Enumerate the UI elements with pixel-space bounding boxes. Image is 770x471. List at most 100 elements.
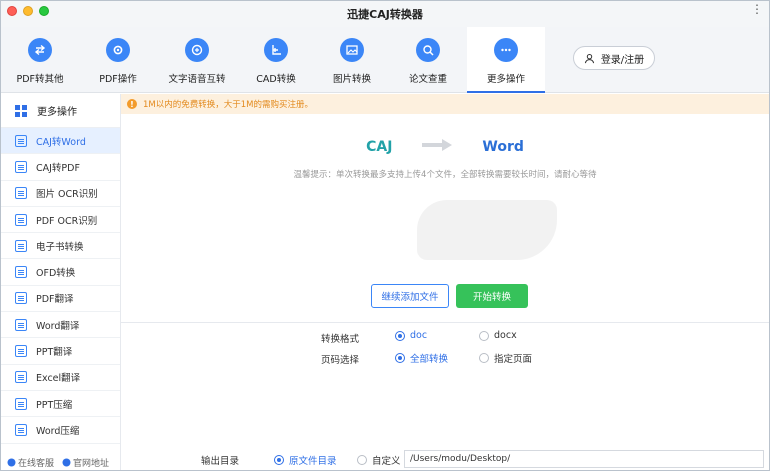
option-label: 全部转换	[410, 354, 449, 365]
pages-all-radio[interactable]: 全部转换	[395, 351, 448, 365]
sidebar-item-label: PPT压缩	[36, 399, 73, 411]
page-option-row: 页码选择 全部转换 指定页面	[121, 351, 769, 367]
target-format: Word	[482, 138, 524, 155]
gear-icon	[106, 38, 130, 62]
login-register-button[interactable]: 登录/注册	[573, 46, 655, 70]
output-directory-row: 输出目录 原文件目录 自定义 /Users/modu/Desktop/	[121, 450, 769, 468]
translate-icon	[15, 292, 27, 305]
official-site-label: 官网地址	[73, 458, 110, 469]
format-label: 转换格式	[321, 334, 360, 345]
start-convert-button[interactable]: 开始转换	[456, 284, 528, 308]
tab-image-convert[interactable]: 图片转换	[313, 27, 391, 93]
sidebar-item-label: OFD转换	[36, 268, 76, 280]
tab-label: 论文查重	[408, 74, 447, 85]
tab-label: 图片转换	[332, 74, 371, 85]
option-label: 原文件目录	[289, 456, 337, 467]
warning-icon: !	[127, 99, 137, 109]
sidebar-item-label: PPT翻译	[36, 347, 73, 359]
document-icon	[15, 134, 27, 147]
main-panel: CAJ Word 温馨提示：单次转换最多支持上传4个文件，全部转换需要较长时间，…	[121, 114, 769, 470]
radio-icon	[357, 455, 367, 465]
tab-label: PDF转其他	[16, 74, 64, 85]
sidebar-item-label: CAJ转Word	[36, 136, 86, 148]
free-limit-notice: ! 1M以内的免费转换，大于1M的需购买注册。	[121, 94, 769, 114]
search-doc-icon	[416, 38, 440, 62]
conversion-hint: 温馨提示：单次转换最多支持上传4个文件，全部转换需要较长时间，请耐心等待	[293, 170, 597, 180]
source-format: CAJ	[366, 138, 393, 155]
tab-cad-convert[interactable]: CAD转换	[237, 27, 315, 93]
tab-label: 更多操作	[486, 74, 525, 85]
format-doc-radio[interactable]: doc	[395, 330, 427, 341]
sidebar-item-word-translate[interactable]: Word翻译	[1, 312, 120, 339]
sidebar-header-label: 更多操作	[37, 107, 77, 118]
sidebar-item-label: Excel翻译	[36, 373, 81, 385]
maximize-window-button[interactable]	[39, 6, 49, 16]
tab-label: PDF操作	[99, 74, 137, 85]
image-icon	[340, 38, 364, 62]
login-label: 登录/注册	[600, 54, 645, 66]
radio-selected-icon	[395, 330, 405, 341]
sidebar-item-caj-to-word[interactable]: CAJ转Word	[1, 128, 120, 155]
official-site-link[interactable]: 官网地址	[62, 456, 109, 469]
option-label: doc	[410, 330, 428, 341]
grid-icon	[15, 104, 27, 117]
window-controls	[7, 6, 49, 16]
sidebar-item-ofd-convert[interactable]: OFD转换	[1, 259, 120, 286]
option-label: 指定页面	[494, 354, 533, 365]
divider	[121, 322, 769, 323]
sidebar-footer: 在线客服 官网地址	[1, 452, 120, 470]
ebook-icon	[15, 239, 27, 252]
sidebar-item-label: 图片 OCR识别	[36, 189, 98, 201]
close-window-button[interactable]	[7, 6, 17, 16]
output-path-field[interactable]: /Users/modu/Desktop/	[404, 450, 764, 468]
format-docx-radio[interactable]: docx	[479, 330, 517, 341]
translate-icon	[15, 345, 27, 358]
output-custom-radio[interactable]: 自定义	[357, 453, 401, 467]
sidebar-item-label: Word压缩	[36, 425, 80, 437]
document-icon	[15, 266, 27, 279]
title-bar: 迅捷CAJ转换器 ⋮	[1, 1, 769, 27]
sidebar-item-pdf-ocr[interactable]: PDF OCR识别	[1, 207, 120, 234]
sidebar-header: 更多操作	[1, 94, 120, 128]
sidebar-item-image-ocr[interactable]: 图片 OCR识别	[1, 181, 120, 207]
cad-icon	[264, 38, 288, 62]
output-source-dir-radio[interactable]: 原文件目录	[274, 453, 337, 467]
ocr-icon	[15, 213, 27, 226]
sidebar-item-word-compress[interactable]: Word压缩	[1, 417, 120, 444]
sidebar-item-label: PDF翻译	[36, 294, 74, 306]
arrow-right-icon	[420, 138, 454, 155]
compress-icon	[15, 397, 27, 410]
sidebar-item-label: Word翻译	[36, 320, 80, 332]
notice-text: 1M以内的免费转换，大于1M的需购买注册。	[143, 100, 313, 110]
compress-icon	[15, 423, 27, 436]
tab-thesis-check[interactable]: 论文查重	[389, 27, 467, 93]
tab-text-speech[interactable]: 文字语音互转	[157, 27, 237, 93]
add-files-button[interactable]: 继续添加文件	[371, 284, 449, 308]
ocr-icon	[15, 187, 27, 200]
sidebar-item-label: PDF OCR识别	[36, 215, 98, 227]
conversion-header: CAJ Word	[121, 138, 769, 155]
tab-pdf-operations[interactable]: PDF操作	[79, 27, 157, 93]
sidebar: 更多操作 CAJ转Word CAJ转PDF 图片 OCR识别 PDF OCR识别…	[1, 94, 121, 470]
app-window: 迅捷CAJ转换器 ⋮ PDF转其他 PDF操作 文字语音互转 CAD转换 图片转…	[0, 0, 770, 471]
tab-pdf-to-other[interactable]: PDF转其他	[1, 27, 79, 93]
swap-icon	[28, 38, 52, 62]
pages-custom-radio[interactable]: 指定页面	[479, 351, 532, 365]
sidebar-item-ppt-translate[interactable]: PPT翻译	[1, 338, 120, 365]
more-vertical-icon[interactable]: ⋮	[751, 3, 763, 15]
sidebar-item-ebook-convert[interactable]: 电子书转换	[1, 233, 120, 260]
tab-label: 文字语音互转	[168, 74, 226, 85]
online-support-link[interactable]: 在线客服	[7, 456, 54, 469]
sidebar-item-label: 电子书转换	[36, 241, 84, 253]
sidebar-item-caj-to-pdf[interactable]: CAJ转PDF	[1, 154, 120, 181]
sidebar-item-ppt-compress[interactable]: PPT压缩	[1, 391, 120, 418]
file-drop-area[interactable]	[417, 200, 557, 260]
option-label: 自定义	[372, 456, 401, 467]
translate-icon	[15, 318, 27, 331]
sidebar-item-excel-translate[interactable]: Excel翻译	[1, 365, 120, 391]
sidebar-item-pdf-translate[interactable]: PDF翻译	[1, 286, 120, 313]
headset-icon	[7, 458, 16, 466]
minimize-window-button[interactable]	[23, 6, 33, 16]
tab-more-operations[interactable]: 更多操作	[467, 27, 545, 93]
window-title: 迅捷CAJ转换器	[347, 8, 423, 21]
